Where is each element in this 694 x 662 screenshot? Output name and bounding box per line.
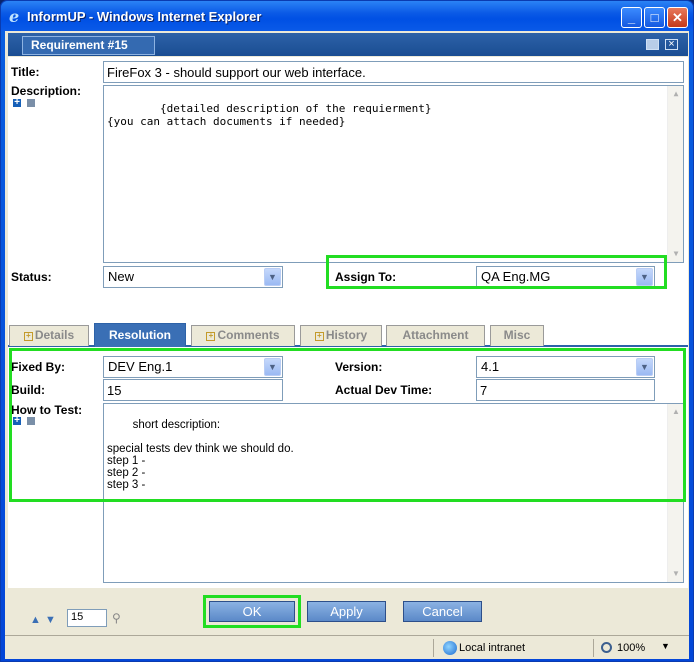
expand-plus-icon[interactable]: + bbox=[12, 98, 22, 108]
scroll-up-icon[interactable]: ▲ bbox=[669, 87, 683, 101]
dev-time-label: Actual Dev Time: bbox=[335, 383, 433, 397]
header-strip: Requirement #15 × bbox=[8, 33, 688, 56]
chevron-down-icon[interactable]: ▼ bbox=[264, 268, 281, 286]
ie-window: e InformUP - Windows Internet Explorer _… bbox=[0, 0, 694, 662]
dialog-client: Requirement #15 × Title: FireFox 3 - sho… bbox=[5, 31, 689, 635]
title-label: Title: bbox=[11, 65, 40, 79]
version-label: Version: bbox=[335, 360, 383, 374]
scroll-down-icon[interactable]: ▼ bbox=[669, 567, 683, 581]
how-to-test-scrollbar[interactable]: ▲ ▼ bbox=[667, 404, 683, 582]
chevron-down-icon[interactable]: ▼ bbox=[264, 358, 281, 376]
scroll-up-icon[interactable]: ▲ bbox=[669, 405, 683, 419]
title-input[interactable]: FireFox 3 - should support our web inter… bbox=[103, 61, 684, 83]
svg-text:e: e bbox=[9, 8, 19, 24]
form-area: Title: FireFox 3 - should support our we… bbox=[8, 57, 688, 629]
how-to-test-textarea[interactable]: short description: special tests dev thi… bbox=[103, 403, 684, 583]
zoom-level[interactable]: 100% bbox=[617, 642, 645, 654]
window-title: InformUP - Windows Internet Explorer bbox=[27, 9, 262, 24]
fixed-by-label: Fixed By: bbox=[11, 360, 66, 374]
status-separator bbox=[593, 639, 594, 657]
version-select[interactable]: 4.1 ▼ bbox=[476, 356, 655, 378]
status-select[interactable]: New ▼ bbox=[103, 266, 283, 288]
ok-button[interactable]: OK bbox=[209, 601, 295, 622]
description-scrollbar[interactable]: ▲ ▼ bbox=[667, 86, 683, 262]
dev-time-input[interactable]: 7 bbox=[476, 379, 655, 401]
build-label: Build: bbox=[11, 383, 45, 397]
scroll-down-icon[interactable]: ▼ bbox=[669, 247, 683, 261]
tab-history[interactable]: + History bbox=[300, 325, 382, 346]
apply-button[interactable]: Apply bbox=[307, 601, 386, 622]
fixed-by-select[interactable]: DEV Eng.1 ▼ bbox=[103, 356, 283, 378]
plus-icon: + bbox=[23, 332, 33, 341]
tab-details[interactable]: + Details bbox=[9, 325, 89, 346]
requirement-tab[interactable]: Requirement #15 bbox=[22, 36, 155, 55]
zoom-icon[interactable] bbox=[601, 642, 612, 653]
key-icon[interactable]: ⚲ bbox=[112, 611, 121, 625]
chevron-down-icon[interactable]: ▼ bbox=[636, 268, 653, 286]
plus-icon: + bbox=[206, 332, 216, 341]
tab-attachment[interactable]: Attachment bbox=[386, 325, 485, 346]
title-bar: e InformUP - Windows Internet Explorer _… bbox=[1, 1, 693, 31]
zoom-dropdown-icon[interactable]: ▼ bbox=[661, 641, 670, 651]
close-dialog-icon[interactable]: × bbox=[665, 39, 678, 50]
chevron-down-icon[interactable]: ▼ bbox=[636, 358, 653, 376]
plus-icon: + bbox=[314, 332, 324, 341]
status-label: Status: bbox=[11, 270, 52, 284]
tab-comments[interactable]: + Comments bbox=[191, 325, 295, 346]
security-zone: Local intranet bbox=[459, 642, 526, 654]
status-bar: Local intranet 100% ▼ bbox=[5, 635, 689, 659]
collapse-minus-icon[interactable] bbox=[26, 416, 36, 426]
dialog-footer: ▲ ▼ 15 ⚲ OK Apply Cancel bbox=[8, 588, 688, 635]
how-to-test-label: How to Test: bbox=[11, 403, 83, 417]
arrow-down-icon[interactable]: ▼ bbox=[45, 614, 56, 626]
collapse-minus-icon[interactable] bbox=[26, 98, 36, 108]
arrow-up-icon[interactable]: ▲ bbox=[30, 614, 41, 626]
status-separator bbox=[433, 639, 434, 657]
minimize-button[interactable]: _ bbox=[621, 7, 642, 28]
description-textarea[interactable]: {detailed description of the requierment… bbox=[103, 85, 684, 263]
expand-plus-icon[interactable]: + bbox=[12, 416, 22, 426]
cancel-button[interactable]: Cancel bbox=[403, 601, 482, 622]
ie-logo-icon: e bbox=[9, 8, 19, 24]
assign-to-select[interactable]: QA Eng.MG ▼ bbox=[476, 266, 655, 288]
globe-icon bbox=[443, 641, 457, 655]
close-button[interactable]: ✕ bbox=[667, 7, 688, 28]
tab-bar: + Details Resolution + Comments + History A… bbox=[8, 323, 688, 347]
page-number-input[interactable]: 15 bbox=[67, 609, 107, 627]
description-label: Description: bbox=[11, 84, 82, 98]
build-input[interactable]: 15 bbox=[103, 379, 283, 401]
assign-to-label: Assign To: bbox=[335, 270, 397, 284]
tab-misc[interactable]: Misc bbox=[490, 325, 544, 346]
tab-resolution[interactable]: Resolution bbox=[94, 323, 186, 347]
maximize-button[interactable]: □ bbox=[644, 7, 665, 28]
mail-icon[interactable] bbox=[646, 39, 659, 50]
